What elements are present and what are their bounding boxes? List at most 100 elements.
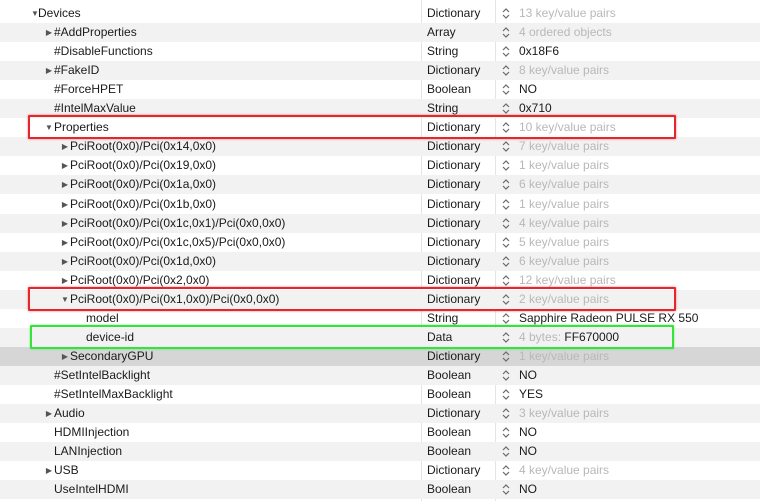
row-key[interactable]: #AddProperties bbox=[54, 23, 137, 42]
tree-row-pciroot-0x0-pci-0x1b-0x0[interactable]: ▶ PciRoot(0x0)/Pci(0x1b,0x0) Dictionary 1 k… bbox=[0, 195, 760, 214]
row-type[interactable]: Dictionary bbox=[427, 404, 480, 423]
row-value[interactable]: 3 key/value pairs bbox=[519, 404, 609, 423]
row-type[interactable]: Boolean bbox=[427, 423, 471, 442]
row-value[interactable]: 7 key/value pairs bbox=[519, 137, 609, 156]
up-down-stepper-icon[interactable] bbox=[500, 328, 512, 347]
row-type[interactable]: Dictionary bbox=[427, 252, 480, 271]
up-down-stepper-icon[interactable] bbox=[500, 23, 512, 42]
row-value[interactable]: 1 key/value pairs bbox=[519, 195, 609, 214]
up-down-stepper-icon[interactable] bbox=[500, 233, 512, 252]
up-down-stepper-icon[interactable] bbox=[500, 214, 512, 233]
tree-row-useintelhdmi[interactable]: UseIntelHDMI Boolean NO bbox=[0, 480, 760, 500]
row-type[interactable]: Data bbox=[427, 328, 452, 347]
row-value[interactable]: 13 key/value pairs bbox=[519, 4, 616, 23]
triangle-right-icon[interactable]: ▶ bbox=[44, 404, 54, 423]
row-key[interactable]: model bbox=[86, 309, 119, 328]
row-value[interactable]: 4 key/value pairs bbox=[519, 461, 609, 480]
triangle-right-icon[interactable]: ▶ bbox=[44, 61, 54, 80]
triangle-right-icon[interactable]: ▶ bbox=[60, 214, 70, 233]
row-type[interactable]: Boolean bbox=[427, 442, 471, 461]
up-down-stepper-icon[interactable] bbox=[500, 271, 512, 290]
up-down-stepper-icon[interactable] bbox=[500, 309, 512, 328]
row-type[interactable]: Boolean bbox=[427, 366, 471, 385]
row-key[interactable]: Devices bbox=[38, 4, 81, 23]
tree-row-model[interactable]: model String Sapphire Radeon PULSE RX 550 bbox=[0, 309, 760, 328]
row-type[interactable]: Dictionary bbox=[427, 290, 480, 309]
row-value[interactable]: 4 bytes: FF670000 bbox=[519, 328, 619, 347]
up-down-stepper-icon[interactable] bbox=[500, 442, 512, 461]
up-down-stepper-icon[interactable] bbox=[500, 347, 512, 366]
triangle-right-icon[interactable]: ▶ bbox=[60, 175, 70, 194]
tree-row-usb[interactable]: ▶ USB Dictionary 4 key/value pairs bbox=[0, 461, 760, 480]
row-key[interactable]: PciRoot(0x0)/Pci(0x1c,0x1)/Pci(0x0,0x0) bbox=[70, 214, 285, 233]
row-type[interactable]: String bbox=[427, 309, 458, 328]
row-key[interactable]: PciRoot(0x0)/Pci(0x1c,0x5)/Pci(0x0,0x0) bbox=[70, 233, 285, 252]
triangle-right-icon[interactable]: ▶ bbox=[60, 195, 70, 214]
row-value[interactable]: 2 key/value pairs bbox=[519, 290, 609, 309]
row-type[interactable]: Dictionary bbox=[427, 61, 480, 80]
row-value[interactable]: 4 key/value pairs bbox=[519, 214, 609, 233]
triangle-down-icon[interactable]: ▼ bbox=[60, 290, 70, 309]
up-down-stepper-icon[interactable] bbox=[500, 99, 512, 118]
row-value[interactable]: 8 key/value pairs bbox=[519, 61, 609, 80]
tree-row-disablefunctions[interactable]: #DisableFunctions String 0x18F6 bbox=[0, 42, 760, 61]
row-value[interactable]: 1 key/value pairs bbox=[519, 156, 609, 175]
tree-row-pciroot-0x0-pci-0x1c-0x1-pci-0x0-0x0[interactable]: ▶ PciRoot(0x0)/Pci(0x1c,0x1)/Pci(0x0,0x0)… bbox=[0, 213, 760, 233]
row-value[interactable]: 1 key/value pairs bbox=[519, 347, 609, 366]
up-down-stepper-icon[interactable] bbox=[500, 423, 512, 442]
row-type[interactable]: Dictionary bbox=[427, 195, 480, 214]
row-value[interactable]: NO bbox=[519, 480, 537, 499]
row-key[interactable]: #FakeID bbox=[54, 61, 99, 80]
triangle-right-icon[interactable]: ▶ bbox=[60, 271, 70, 290]
tree-row-devices[interactable]: ▼ Devices Dictionary 13 key/value pairs bbox=[0, 4, 760, 23]
up-down-stepper-icon[interactable] bbox=[500, 385, 512, 404]
tree-row-pciroot-0x0-pci-0x1d-0x0[interactable]: ▶ PciRoot(0x0)/Pci(0x1d,0x0) Dictionary 6 k… bbox=[0, 251, 760, 271]
row-key[interactable]: #SetIntelBacklight bbox=[54, 366, 150, 385]
row-key[interactable]: #SetIntelMaxBacklight bbox=[54, 385, 173, 404]
tree-row-pciroot-0x0-pci-0x2-0x0[interactable]: ▶ PciRoot(0x0)/Pci(0x2,0x0) Dictionary 12 k… bbox=[0, 271, 760, 290]
up-down-stepper-icon[interactable] bbox=[500, 480, 512, 499]
row-value[interactable]: NO bbox=[519, 442, 537, 461]
tree-row-laninjection[interactable]: LANInjection Boolean NO bbox=[0, 442, 760, 462]
tree-row-pciroot-0x0-pci-0x1c-0x5-pci-0x0-0x0[interactable]: ▶ PciRoot(0x0)/Pci(0x1c,0x5)/Pci(0x0,0x0)… bbox=[0, 233, 760, 252]
row-type[interactable]: Boolean bbox=[427, 385, 471, 404]
tree-row-fakeid[interactable]: ▶ #FakeID Dictionary 8 key/value pairs bbox=[0, 61, 760, 81]
row-type[interactable]: Dictionary bbox=[427, 118, 480, 137]
row-key[interactable]: #ForceHPET bbox=[54, 80, 123, 99]
row-value[interactable]: 4 ordered objects bbox=[519, 23, 612, 42]
up-down-stepper-icon[interactable] bbox=[500, 156, 512, 175]
tree-row-secondarygpu[interactable]: ▶ SecondaryGPU Dictionary 1 key/value pairs bbox=[0, 346, 760, 366]
up-down-stepper-icon[interactable] bbox=[500, 61, 512, 80]
triangle-right-icon[interactable]: ▶ bbox=[60, 233, 70, 252]
data-hex-value[interactable]: FF670000 bbox=[564, 330, 619, 344]
tree-row-pciroot-0x0-pci-0x14-0x0[interactable]: ▶ PciRoot(0x0)/Pci(0x14,0x0) Dictionary 7 k… bbox=[0, 137, 760, 157]
up-down-stepper-icon[interactable] bbox=[500, 4, 512, 23]
row-key[interactable]: Properties bbox=[54, 118, 109, 137]
triangle-right-icon[interactable]: ▶ bbox=[60, 252, 70, 271]
row-key[interactable]: UseIntelHDMI bbox=[54, 480, 129, 499]
row-value[interactable]: 5 key/value pairs bbox=[519, 233, 609, 252]
tree-row-setintelbacklight[interactable]: #SetIntelBacklight Boolean NO bbox=[0, 365, 760, 385]
row-type[interactable]: Dictionary bbox=[427, 137, 480, 156]
row-key[interactable]: LANInjection bbox=[54, 442, 122, 461]
up-down-stepper-icon[interactable] bbox=[500, 80, 512, 99]
row-key[interactable]: PciRoot(0x0)/Pci(0x14,0x0) bbox=[70, 137, 216, 156]
tree-row-forcehpet[interactable]: #ForceHPET Boolean NO bbox=[0, 80, 760, 99]
up-down-stepper-icon[interactable] bbox=[500, 404, 512, 423]
row-value[interactable]: 6 key/value pairs bbox=[519, 252, 609, 271]
row-value[interactable]: 0x710 bbox=[519, 99, 552, 118]
row-key[interactable]: SecondaryGPU bbox=[70, 347, 153, 366]
triangle-right-icon[interactable]: ▶ bbox=[44, 23, 54, 42]
tree-row-pciroot-0x0-pci-0x1-0x0-pci-0x0-0x0[interactable]: ▼ PciRoot(0x0)/Pci(0x1,0x0)/Pci(0x0,0x0) D… bbox=[0, 289, 760, 309]
tree-row-pciroot-0x0-pci-0x1a-0x0[interactable]: ▶ PciRoot(0x0)/Pci(0x1a,0x0) Dictionary 6 k… bbox=[0, 175, 760, 195]
row-key[interactable]: device-id bbox=[86, 328, 134, 347]
up-down-stepper-icon[interactable] bbox=[500, 175, 512, 194]
row-value[interactable]: NO bbox=[519, 366, 537, 385]
up-down-stepper-icon[interactable] bbox=[500, 290, 512, 309]
row-value[interactable]: NO bbox=[519, 423, 537, 442]
tree-row-intelmaxvalue[interactable]: #IntelMaxValue String 0x710 bbox=[0, 99, 760, 119]
row-key[interactable]: #DisableFunctions bbox=[54, 42, 153, 61]
tree-row-addproperties[interactable]: ▶ #AddProperties Array 4 ordered objects bbox=[0, 23, 760, 43]
row-type[interactable]: String bbox=[427, 42, 458, 61]
triangle-down-icon[interactable]: ▼ bbox=[44, 118, 54, 137]
